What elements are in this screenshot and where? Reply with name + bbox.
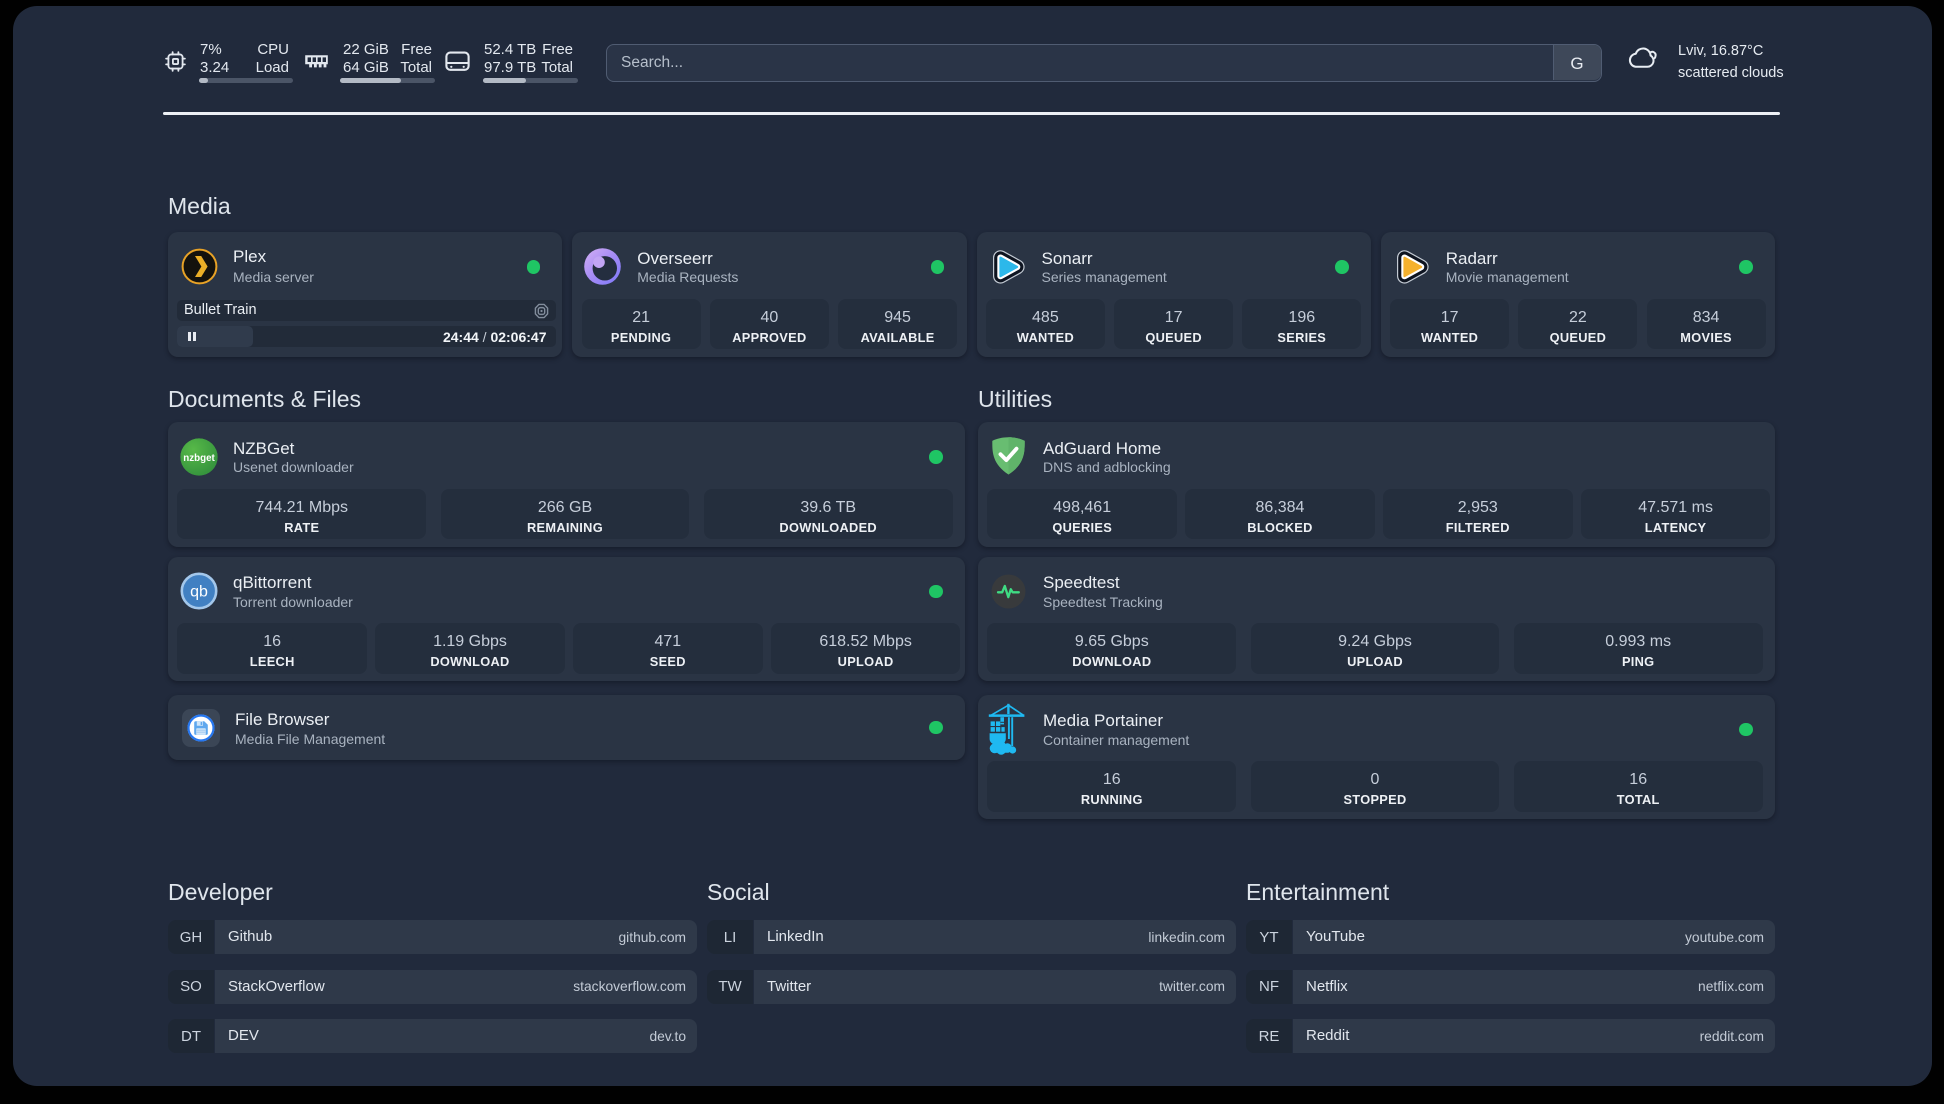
svg-text:qb: qb	[190, 584, 208, 601]
svg-text:nzbget: nzbget	[183, 453, 215, 464]
